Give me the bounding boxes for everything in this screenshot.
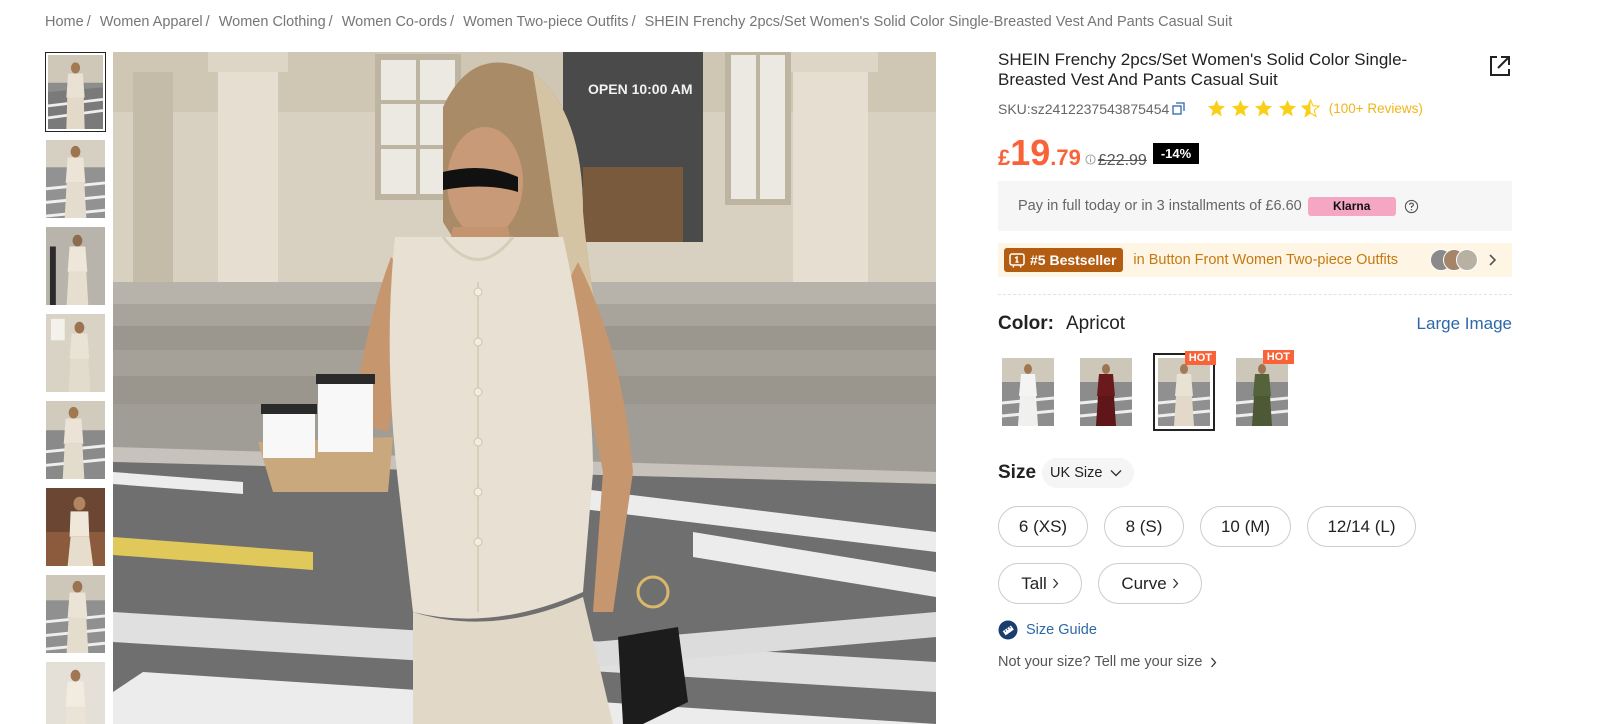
thumbnail-3[interactable] [45, 226, 106, 306]
size-guide-link[interactable]: Size Guide [998, 620, 1512, 640]
price-decimal: .79 [1050, 145, 1081, 170]
size-option-8-s[interactable]: 8 (S) [1104, 506, 1184, 547]
swatch-burgundy[interactable] [1080, 358, 1132, 426]
bestseller-badge: #5 Bestseller [1004, 248, 1124, 272]
product-title: SHEIN Frenchy 2pcs/Set Women's Solid Col… [998, 50, 1408, 89]
main-product-image[interactable]: OPEN 10:00 AM [113, 52, 936, 724]
thumbnail-8[interactable] [45, 661, 106, 724]
copy-icon[interactable] [1172, 102, 1185, 115]
original-price: £22.99 [1097, 152, 1147, 169]
thumbnail-1[interactable] [45, 52, 106, 132]
fit-curve-button[interactable]: Curve [1098, 563, 1202, 604]
size-option-6-xs[interactable]: 6 (XS) [998, 506, 1088, 547]
share-icon[interactable] [1488, 54, 1512, 78]
bestseller-rank: #5 Bestseller [1030, 252, 1117, 268]
discount-badge: -14% [1152, 142, 1200, 164]
star-half-icon [1301, 99, 1321, 118]
size-label: Size [998, 462, 1037, 483]
thumbnail-4[interactable] [45, 313, 106, 393]
breadcrumb-separator: / [86, 14, 91, 30]
price-currency: £ [998, 145, 1011, 170]
thumbnail-6[interactable] [45, 487, 106, 567]
size-guide-label: Size Guide [1026, 622, 1097, 638]
thumbnail-5[interactable] [45, 400, 106, 480]
ruler-icon [998, 620, 1018, 640]
klarna-text: Pay in full today or in 3 installments o… [1018, 198, 1302, 214]
bestseller-category: in Button Front Women Two-piece Outfits [1133, 252, 1399, 268]
not-your-size-label: Not your size? Tell me your size [998, 654, 1203, 670]
breadcrumb-women-clothing[interactable]: Women Clothing [219, 14, 326, 30]
price-row: £19.79 £22.99 -14% [998, 135, 1512, 171]
breadcrumb-separator: / [328, 14, 333, 30]
breadcrumb-current-product: SHEIN Frenchy 2pcs/Set Women's Solid Col… [644, 14, 1233, 30]
klarna-installments: Pay in full today or in 3 installments o… [998, 181, 1512, 231]
bestseller-avatars [1430, 249, 1478, 271]
trophy-icon [1009, 253, 1025, 268]
breadcrumb: Home / Women Apparel / Women Clothing / Wom… [45, 14, 1232, 30]
help-icon[interactable] [1404, 199, 1419, 214]
color-label: Color: [998, 313, 1054, 334]
store-hours-sign: OPEN 10:00 AM [588, 81, 693, 97]
breadcrumb-two-piece-outfits[interactable]: Women Two-piece Outfits [463, 14, 628, 30]
swatch-olive[interactable]: HOT [1236, 350, 1294, 426]
size-system-value: UK Size [1050, 465, 1103, 481]
breadcrumb-separator: / [631, 14, 636, 30]
hot-badge: HOT [1262, 350, 1294, 364]
reviews-link[interactable]: (100+ Reviews) [1329, 101, 1423, 116]
klarna-badge: Klarna [1307, 196, 1396, 216]
thumbnail-2[interactable] [45, 139, 106, 219]
breadcrumb-women-apparel[interactable]: Women Apparel [100, 14, 203, 30]
sku-row: SKU: sz2412237543875454 (100+ Reviews) [998, 99, 1512, 118]
sku-prefix: SKU: [998, 100, 1031, 117]
color-swatches: HOT HOT [998, 350, 1512, 431]
breadcrumb-women-co-ords[interactable]: Women Co-ords [342, 14, 447, 30]
breadcrumb-separator: / [205, 14, 210, 30]
sku-value: sz2412237543875454 [1030, 100, 1170, 117]
breadcrumb-home[interactable]: Home [45, 14, 84, 30]
avatar [1456, 249, 1478, 271]
color-value: Apricot [1065, 313, 1126, 334]
size-options: 6 (XS) 8 (S) 10 (M) 12/14 (L) Tall Curve [998, 506, 1478, 620]
size-system-select[interactable]: UK Size [1042, 458, 1135, 488]
chevron-down-icon [1110, 470, 1122, 477]
hot-badge: HOT [1184, 351, 1216, 365]
thumbnail-7[interactable] [45, 574, 106, 654]
chevron-right-icon [1172, 578, 1179, 589]
star-full-icon [1208, 99, 1226, 117]
size-option-12-14-l[interactable]: 12/14 (L) [1307, 506, 1416, 547]
star-full-icon [1278, 99, 1296, 117]
fit-tall-label: Tall [1021, 573, 1047, 593]
star-full-icon [1231, 99, 1249, 117]
color-row: Color: Apricot Large Image [998, 313, 1512, 335]
breadcrumb-separator: / [450, 14, 455, 30]
price-main: 19 [1010, 132, 1051, 173]
section-divider [998, 294, 1512, 295]
rating-stars [1207, 99, 1325, 118]
product-info-panel: SHEIN Frenchy 2pcs/Set Women's Solid Col… [998, 50, 1512, 670]
swatch-apricot[interactable]: HOT [1153, 351, 1216, 431]
thumbnail-gallery [45, 52, 107, 724]
chevron-right-icon [1489, 254, 1497, 266]
chevron-right-icon [1211, 657, 1217, 667]
not-your-size-link[interactable]: Not your size? Tell me your size [998, 654, 1512, 670]
size-option-10-m[interactable]: 10 (M) [1200, 506, 1291, 547]
fit-tall-button[interactable]: Tall [998, 563, 1082, 604]
fit-curve-label: Curve [1121, 573, 1167, 593]
bestseller-banner[interactable]: #5 Bestseller in Button Front Women Two-… [998, 243, 1512, 277]
large-image-link[interactable]: Large Image [1417, 314, 1512, 334]
swatch-white[interactable] [1002, 358, 1054, 426]
chevron-right-icon [1052, 578, 1059, 589]
star-full-icon [1255, 99, 1273, 117]
size-row: Size UK Size [998, 458, 1512, 488]
info-icon[interactable] [1085, 154, 1096, 165]
